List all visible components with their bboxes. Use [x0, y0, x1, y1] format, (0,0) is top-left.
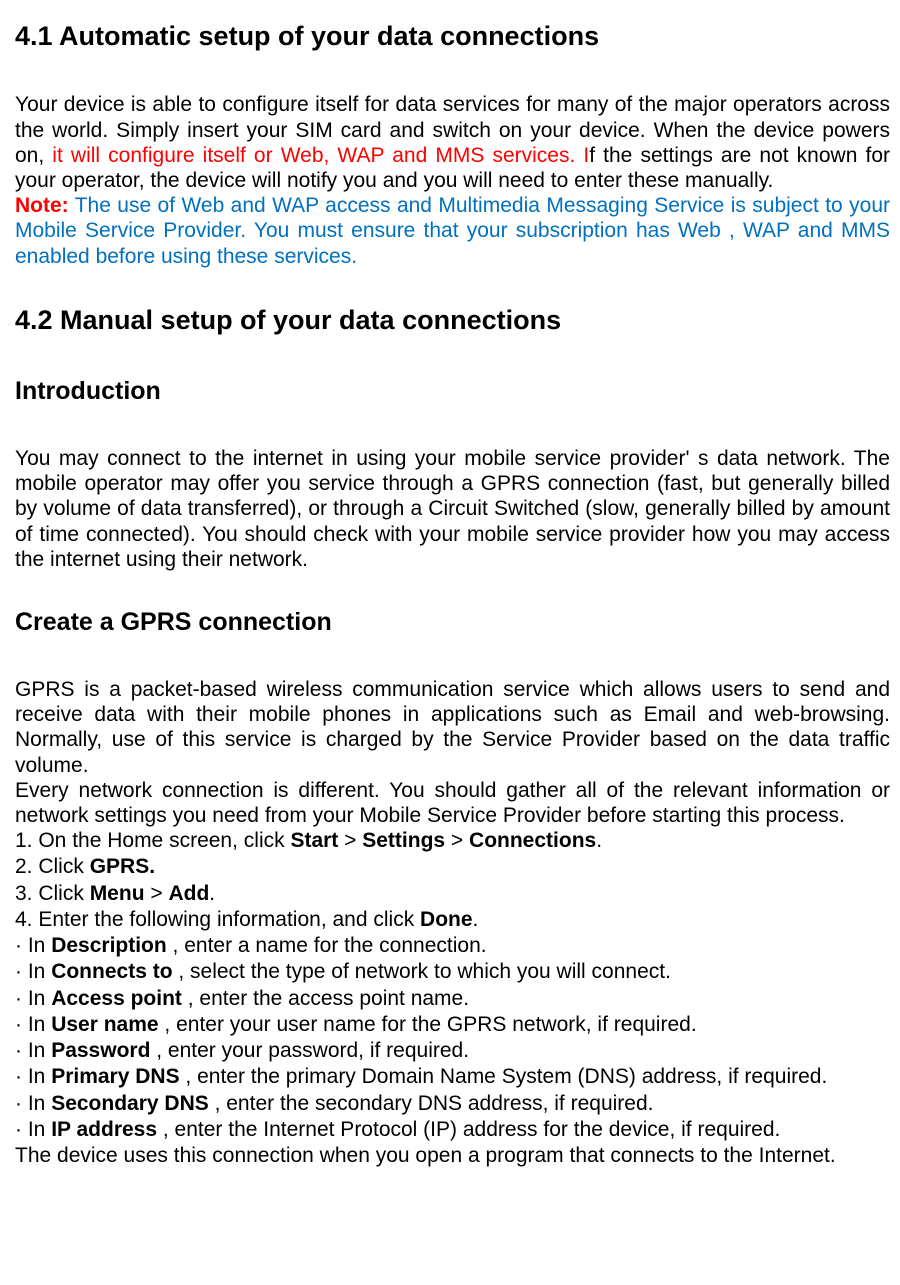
text: 2. Click — [15, 855, 90, 878]
text: , select the type of network to which yo… — [173, 960, 671, 983]
bullet-secondary-dns: · In Secondary DNS , enter the secondary… — [15, 1091, 890, 1117]
note: Note: The use of Web and WAP access and … — [15, 193, 890, 269]
field-label: Description — [51, 934, 167, 957]
text: > — [338, 829, 362, 852]
text: · In — [15, 1092, 51, 1115]
ui-label-settings: Settings — [362, 829, 445, 852]
bullet-connects-to: · In Connects to , select the type of ne… — [15, 959, 890, 985]
text: , enter the primary Domain Name System (… — [180, 1065, 828, 1088]
heading-4-2: 4.2 Manual setup of your data connection… — [15, 304, 890, 336]
text: . — [596, 829, 602, 852]
note-label: Note: — [15, 194, 69, 217]
text: 1. On the Home screen, click — [15, 829, 290, 852]
para-4-1: Your device is able to configure itself … — [15, 92, 890, 193]
text: . — [473, 908, 479, 931]
para-gprs-1: GPRS is a packet-based wireless communic… — [15, 677, 890, 778]
ui-label-done: Done — [420, 908, 473, 931]
text: , enter your password, if required. — [150, 1039, 469, 1062]
text: · In — [15, 987, 51, 1010]
bullet-primary-dns: · In Primary DNS , enter the primary Dom… — [15, 1064, 890, 1090]
bullet-description: · In Description , enter a name for the … — [15, 933, 890, 959]
highlight-red: it will configure itself or Web, WAP and… — [52, 144, 589, 167]
text: · In — [15, 1065, 51, 1088]
bullet-user-name: · In User name , enter your user name fo… — [15, 1012, 890, 1038]
text: 4. Enter the following information, and … — [15, 908, 420, 931]
step-4: 4. Enter the following information, and … — [15, 907, 890, 933]
text: · In — [15, 960, 51, 983]
field-label: Secondary DNS — [51, 1092, 209, 1115]
bullet-password: · In Password , enter your password, if … — [15, 1038, 890, 1064]
text: > — [145, 882, 169, 905]
ui-label-connections: Connections — [469, 829, 596, 852]
ui-label-gprs: GPRS. — [90, 855, 155, 878]
text: 3. Click — [15, 882, 90, 905]
heading-4-1: 4.1 Automatic setup of your data connect… — [15, 20, 890, 52]
ui-label-start: Start — [290, 829, 338, 852]
heading-introduction: Introduction — [15, 376, 890, 406]
field-label: Access point — [51, 987, 182, 1010]
text: · In — [15, 1039, 51, 1062]
field-label: User name — [51, 1013, 158, 1036]
steps-list: 1. On the Home screen, click Start > Set… — [15, 828, 890, 1169]
field-label: Primary DNS — [51, 1065, 179, 1088]
note-text: The use of Web and WAP access and Multim… — [15, 194, 890, 267]
text: · In — [15, 1013, 51, 1036]
text: , enter the access point name. — [182, 987, 469, 1010]
field-label: IP address — [51, 1118, 157, 1141]
field-label: Connects to — [51, 960, 172, 983]
field-label: Password — [51, 1039, 150, 1062]
para-gprs-2: Every network connection is different. Y… — [15, 778, 890, 828]
text: . — [209, 882, 215, 905]
ui-label-menu: Menu — [90, 882, 145, 905]
para-last: The device uses this connection when you… — [15, 1143, 890, 1169]
bullet-ip-address: · In IP address , enter the Internet Pro… — [15, 1117, 890, 1143]
text: , enter the secondary DNS address, if re… — [209, 1092, 654, 1115]
text: · In — [15, 1118, 51, 1141]
text: , enter your user name for the GPRS netw… — [159, 1013, 697, 1036]
text: , enter the Internet Protocol (IP) addre… — [157, 1118, 780, 1141]
text: , enter a name for the connection. — [167, 934, 487, 957]
bullet-access-point: · In Access point , enter the access poi… — [15, 986, 890, 1012]
step-1: 1. On the Home screen, click Start > Set… — [15, 828, 890, 854]
text: > — [445, 829, 469, 852]
text: · In — [15, 934, 51, 957]
heading-create-gprs: Create a GPRS connection — [15, 607, 890, 637]
ui-label-add: Add — [168, 882, 209, 905]
para-intro: You may connect to the internet in using… — [15, 446, 890, 572]
step-3: 3. Click Menu > Add. — [15, 881, 890, 907]
step-2: 2. Click GPRS. — [15, 854, 890, 880]
